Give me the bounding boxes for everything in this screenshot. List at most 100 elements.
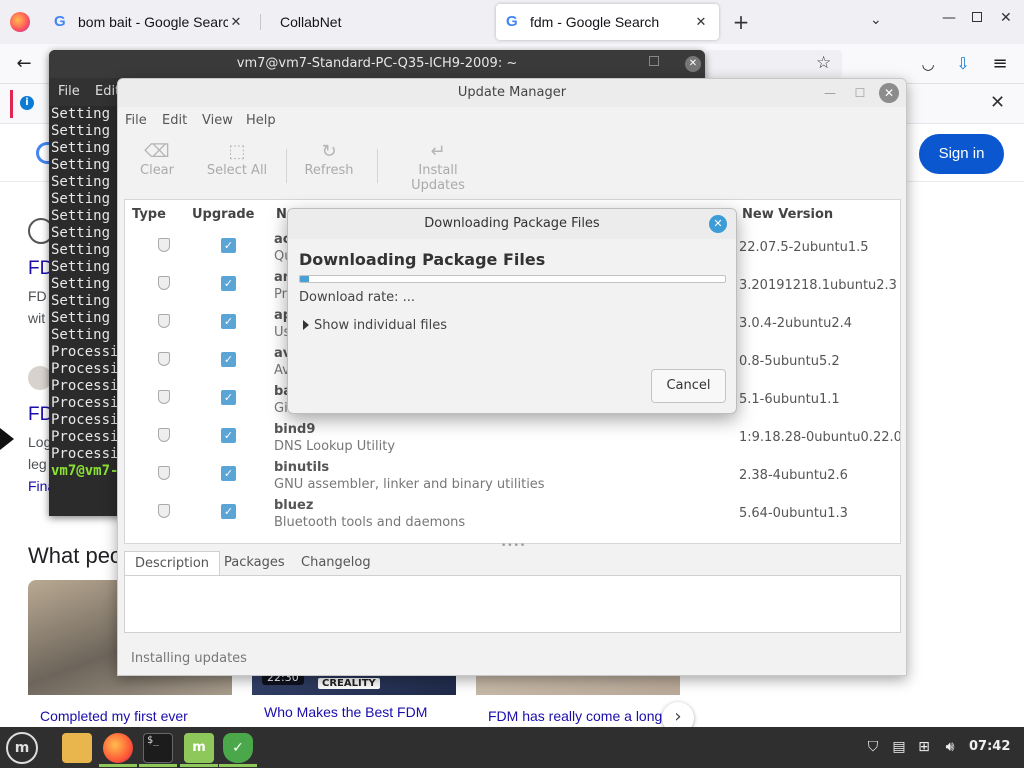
- menu-file[interactable]: File: [58, 84, 80, 99]
- toolbar: ⌫ Clear ⬚ Select All ↻ Refresh ↵ Install…: [118, 135, 906, 193]
- shield-tray-icon[interactable]: ⛉: [864, 738, 882, 756]
- terminal-icon[interactable]: $_: [143, 733, 173, 763]
- table-row[interactable]: ✓ binutils GNU assembler, linker and binar…: [125, 456, 900, 494]
- menu-file[interactable]: File: [125, 113, 147, 128]
- clear-button[interactable]: ⌫ Clear: [136, 141, 178, 178]
- files-icon[interactable]: [62, 733, 92, 763]
- sign-in-button[interactable]: Sign in: [919, 134, 1004, 174]
- firefox-icon[interactable]: [103, 733, 133, 763]
- mint-menu-icon[interactable]: m: [6, 732, 38, 764]
- minimize-icon[interactable]: —: [942, 10, 956, 26]
- upgrade-checkbox[interactable]: ✓: [221, 352, 236, 367]
- security-type-icon: [158, 466, 170, 480]
- details-tabs: Description Packages Changelog: [124, 549, 901, 577]
- toolbar-separator: [286, 149, 287, 183]
- tab-description[interactable]: Description: [124, 551, 221, 577]
- terminal-line: Processi: [51, 361, 119, 377]
- tab-collabnet[interactable]: CollabNet: [270, 4, 490, 40]
- package-version: 3.20191218.1ubuntu2.3: [739, 278, 897, 293]
- upgrade-checkbox[interactable]: ✓: [221, 276, 236, 291]
- terminal-line: Processi: [51, 395, 119, 411]
- hamburger-menu-icon[interactable]: ≡: [988, 52, 1012, 76]
- download-icon[interactable]: ⇩: [951, 52, 975, 76]
- upgrade-checkbox[interactable]: ✓: [221, 466, 236, 481]
- column-type[interactable]: Type: [132, 207, 166, 222]
- close-icon[interactable]: ✕: [228, 14, 244, 30]
- select-all-icon: ⬚: [228, 141, 246, 162]
- package-description: Pr: [274, 287, 287, 302]
- tab-bom-bait[interactable]: G bom bait - Google Search ✕: [44, 4, 254, 40]
- clock[interactable]: 07:42: [969, 739, 1010, 754]
- tab-list-icon[interactable]: ⌄: [870, 12, 882, 28]
- minimize-icon[interactable]: —: [820, 83, 840, 103]
- package-name: bind9: [274, 422, 316, 437]
- shield-icon[interactable]: ✓: [223, 733, 253, 763]
- maximize-icon[interactable]: ☐: [850, 83, 870, 103]
- security-type-icon: [158, 352, 170, 366]
- refresh-label: Refresh: [304, 163, 354, 178]
- tab-fdm[interactable]: G fdm - Google Search ✕: [496, 4, 719, 40]
- menu-view[interactable]: View: [202, 113, 233, 128]
- thumbnail-caption[interactable]: Who Makes the Best FDM Printer? - 2024 B…: [264, 702, 454, 726]
- terminal-line: Setting: [51, 208, 111, 224]
- maximize-icon[interactable]: [649, 56, 659, 66]
- thumbnail-caption[interactable]: Completed my first ever: [40, 706, 230, 726]
- active-indicator: [99, 764, 137, 767]
- thumbnail-caption[interactable]: FDM has really come a long: [488, 706, 664, 726]
- active-indicator: [180, 764, 218, 767]
- terminal-line: Setting: [51, 106, 111, 122]
- close-icon[interactable]: ✕: [685, 56, 701, 72]
- volume-icon[interactable]: 🔊︎: [941, 738, 959, 756]
- tab-title: CollabNet: [280, 14, 342, 30]
- terminal-line: Setting: [51, 276, 111, 292]
- close-window-icon[interactable]: ✕: [1000, 10, 1012, 26]
- security-type-icon: [158, 276, 170, 290]
- bookmark-star-icon[interactable]: ☆: [816, 53, 831, 73]
- download-rate: Download rate: ...: [299, 290, 416, 305]
- mintupdate-icon[interactable]: m: [184, 733, 214, 763]
- back-arrow-icon[interactable]: ←: [12, 52, 36, 76]
- refresh-button[interactable]: ↻ Refresh: [304, 141, 354, 178]
- close-icon[interactable]: ✕: [879, 83, 899, 103]
- close-icon[interactable]: ✕: [709, 215, 727, 233]
- table-row[interactable]: ✓ bind9 DNS Lookup Utility 1:9.18.28-0ubunt…: [125, 418, 900, 456]
- close-notification-icon[interactable]: ✕: [990, 92, 1005, 113]
- taskbar: m $_ m ✓ ⛉ ▤ ⊞ 🔊︎ 07:42: [0, 727, 1024, 768]
- column-upgrade[interactable]: Upgrade: [192, 207, 254, 222]
- package-description: DNS Lookup Utility: [274, 439, 396, 454]
- result-snippet: Log: [28, 434, 52, 450]
- maximize-icon[interactable]: [972, 12, 982, 22]
- firefox-menu-icon[interactable]: [10, 12, 30, 32]
- brand-label: CREALITY: [318, 678, 380, 689]
- cancel-button[interactable]: Cancel: [651, 369, 726, 403]
- tab-packages[interactable]: Packages: [214, 551, 295, 577]
- menu-edit[interactable]: Edit: [162, 113, 187, 128]
- tab-title: fdm - Google Search: [530, 14, 660, 30]
- refresh-icon: ↻: [321, 141, 337, 162]
- new-tab-button[interactable]: +: [730, 8, 752, 36]
- upgrade-checkbox[interactable]: ✓: [221, 314, 236, 329]
- upgrade-checkbox[interactable]: ✓: [221, 390, 236, 405]
- close-icon[interactable]: ✕: [693, 14, 709, 30]
- clipboard-icon[interactable]: ▤: [890, 738, 908, 756]
- tab-separator: [260, 14, 261, 30]
- table-row[interactable]: ✓ bluez Bluetooth tools and daemons 5.64-0u…: [125, 494, 900, 532]
- select-all-button[interactable]: ⬚ Select All: [206, 141, 268, 178]
- package-description: Gi: [274, 401, 288, 416]
- install-updates-button[interactable]: ↵ Install Updates: [392, 141, 484, 193]
- pocket-icon[interactable]: ◡: [916, 52, 940, 76]
- upgrade-checkbox[interactable]: ✓: [221, 504, 236, 519]
- download-dialog[interactable]: Downloading Package Files ✕ Downloading …: [287, 208, 737, 414]
- url-bar[interactable]: ☆: [706, 50, 842, 78]
- upgrade-checkbox[interactable]: ✓: [221, 238, 236, 253]
- show-files-expander[interactable]: Show individual files: [303, 318, 447, 333]
- network-icon[interactable]: ⊞: [915, 738, 933, 756]
- expander-arrow-icon: [303, 320, 309, 330]
- upgrade-checkbox[interactable]: ✓: [221, 428, 236, 443]
- column-new-version[interactable]: New Version: [742, 207, 833, 222]
- menu-help[interactable]: Help: [246, 113, 276, 128]
- terminal-line: Processi: [51, 412, 119, 428]
- description-pane: [124, 575, 901, 633]
- dialog-title: Downloading Package Files: [288, 209, 736, 239]
- tab-changelog[interactable]: Changelog: [291, 551, 381, 577]
